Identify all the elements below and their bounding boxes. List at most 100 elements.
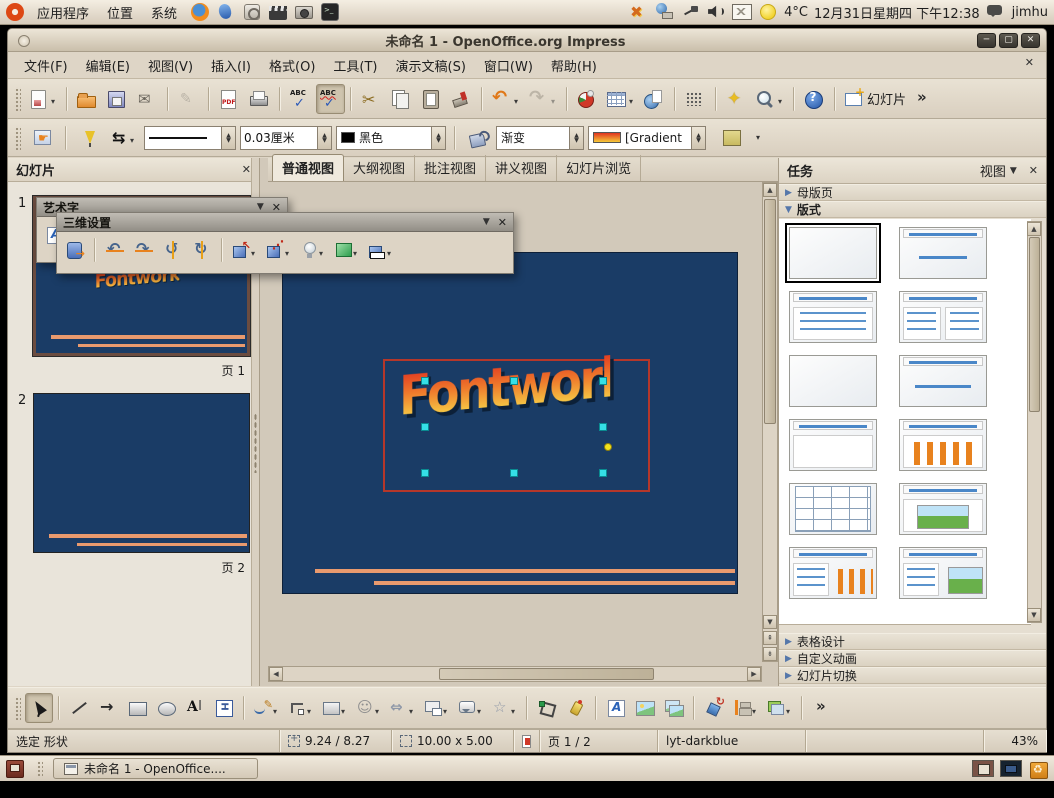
slideshow-menu[interactable]: 演示文稿(S) [388, 53, 474, 78]
depth-button[interactable] [228, 235, 261, 265]
direction-button[interactable] [262, 235, 295, 265]
taskbar-window-button[interactable]: 未命名 1 - OpenOffice.... [53, 758, 258, 779]
weather-icon[interactable] [758, 2, 778, 22]
spinner[interactable]: ▲ ▼ [569, 126, 583, 149]
undo-button[interactable] [488, 84, 524, 114]
dropdown-arrow-icon[interactable] [285, 241, 292, 260]
selection-handle[interactable] [599, 423, 607, 431]
selection-handle[interactable] [421, 469, 429, 477]
connector-button[interactable] [284, 693, 317, 723]
dropdown-arrow-icon[interactable] [752, 699, 759, 718]
username-label[interactable]: jimhu [1012, 5, 1048, 20]
edit-points-button[interactable] [533, 693, 561, 723]
insert-menu[interactable]: 插入(I) [203, 53, 259, 78]
ubuntu-menu-icon[interactable] [6, 3, 24, 21]
section-slide-transition[interactable]: ▶ 幻灯片切换 [779, 667, 1046, 684]
copy-button[interactable] [387, 84, 416, 114]
rectangle-button[interactable] [123, 693, 151, 723]
spinner[interactable]: ▲ ▼ [431, 126, 445, 149]
title-2col-layout-thumbnail[interactable] [897, 289, 989, 345]
threed-settings-titlebar[interactable]: 三维设置 ▼ ✕ [57, 213, 513, 232]
flowchart-button[interactable] [420, 693, 453, 723]
export-pdf-button[interactable] [215, 84, 244, 114]
curve-button[interactable] [250, 693, 283, 723]
dropdown-arrow-icon[interactable] [353, 241, 360, 260]
tasks-close-icon[interactable]: ✕ [1029, 164, 1038, 177]
mail-tray-icon[interactable] [732, 2, 753, 22]
section-layouts[interactable]: ▼ 版式 [779, 201, 1046, 218]
slide-sorter-view-tab[interactable]: 幻灯片浏览 [557, 155, 642, 181]
extrusion-color-button[interactable] [364, 235, 397, 265]
terminal-launcher-icon[interactable] [320, 2, 340, 22]
arrow-style-button[interactable] [107, 123, 140, 153]
minimize-button[interactable]: ─ [977, 32, 996, 48]
normal-view-tab[interactable]: 普通视图 [272, 154, 345, 181]
firefox-launcher-icon[interactable] [190, 2, 210, 22]
open-button[interactable] [73, 84, 102, 114]
slide-editing-area[interactable]: Fontwork. [282, 252, 738, 594]
rotate-button[interactable] [700, 693, 728, 723]
show-desktop-button[interactable] [4, 758, 26, 780]
window-menu-button[interactable] [14, 30, 34, 50]
applications-menu[interactable]: 应用程序 [28, 1, 98, 24]
surface-button[interactable] [330, 235, 363, 265]
text-button[interactable] [181, 693, 209, 723]
outline-view-tab[interactable]: 大纲视图 [344, 155, 416, 181]
fill-type-select[interactable]: 渐变 ▲ ▼ [496, 125, 584, 150]
slide-thumbnail[interactable] [33, 393, 250, 553]
tilt-down-button[interactable] [101, 235, 129, 265]
arrowline-button[interactable] [94, 693, 122, 723]
dropdown-arrow-icon[interactable] [319, 241, 326, 260]
table-layout-thumbnail[interactable] [787, 481, 879, 537]
area-dialog-button[interactable] [464, 123, 492, 153]
navigator-button[interactable] [722, 84, 751, 114]
dropdown-arrow-icon[interactable] [130, 128, 137, 147]
blank-layout-thumbnail[interactable] [785, 223, 881, 283]
horizontal-scrollbar[interactable]: ◀ ▶ [268, 666, 762, 682]
dropdown-arrow-icon[interactable] [251, 241, 258, 260]
close-document-button[interactable]: ✕ [1019, 56, 1040, 69]
help-menu[interactable]: 帮助(H) [543, 53, 605, 78]
dropdown-arrow-icon[interactable] [307, 699, 314, 718]
layouts-scrollbar[interactable]: ▲ ▼ [1027, 221, 1042, 623]
section-master-pages[interactable]: ▶ 母版页 [779, 184, 1046, 201]
ellipse-button[interactable] [152, 693, 180, 723]
lighting-button[interactable] [296, 235, 329, 265]
pidgin-launcher-icon[interactable] [216, 2, 236, 22]
camera-launcher-icon[interactable] [294, 2, 314, 22]
workspace-1[interactable] [972, 760, 994, 777]
dropdown-arrow-icon[interactable] [443, 699, 450, 718]
tilt-up-button[interactable] [130, 235, 158, 265]
list-image-layout-thumbnail[interactable] [897, 545, 989, 601]
handout-view-tab[interactable]: 讲义视图 [486, 155, 558, 181]
slides-panel-close-icon[interactable]: ✕ [242, 163, 251, 176]
table-button[interactable] [603, 84, 639, 114]
trash-icon[interactable] [1028, 758, 1050, 780]
rhythmbox-launcher-icon[interactable] [242, 2, 262, 22]
selection-handle[interactable] [599, 377, 607, 385]
maximize-button[interactable]: ▢ [999, 32, 1018, 48]
line-button[interactable] [65, 693, 93, 723]
view-menu[interactable]: 视图(V) [140, 53, 201, 78]
line-style-select[interactable]: ▲ ▼ [144, 125, 236, 150]
list-chart-layout-thumbnail[interactable] [787, 545, 879, 601]
title-chart-layout-thumbnail[interactable] [897, 417, 989, 473]
dropdown-arrow-icon[interactable] [273, 699, 280, 718]
spinner[interactable]: ▲ ▼ [317, 126, 331, 149]
dropdown-arrow-icon[interactable] [375, 699, 382, 718]
paste-button[interactable] [417, 84, 446, 114]
overflow-button[interactable] [910, 84, 939, 114]
line-width-select[interactable]: ▲▼ [240, 125, 332, 150]
line-color-select[interactable]: 黑色 ▲ ▼ [336, 125, 446, 150]
selection-handle[interactable] [421, 423, 429, 431]
spinner[interactable]: ▲ ▼ [691, 126, 705, 149]
workspace-2[interactable] [1000, 760, 1022, 777]
dropdown-arrow-icon[interactable] [341, 699, 348, 718]
from-file-button[interactable] [631, 693, 659, 723]
overflow-button[interactable] [808, 693, 836, 723]
alignment-button[interactable] [729, 693, 762, 723]
chart-button[interactable] [573, 84, 602, 114]
title-center-layout-thumbnail[interactable] [897, 353, 989, 409]
tasks-view-arrow-icon[interactable]: ▼ [1010, 166, 1017, 176]
dropdown-arrow-icon[interactable] [387, 241, 394, 260]
